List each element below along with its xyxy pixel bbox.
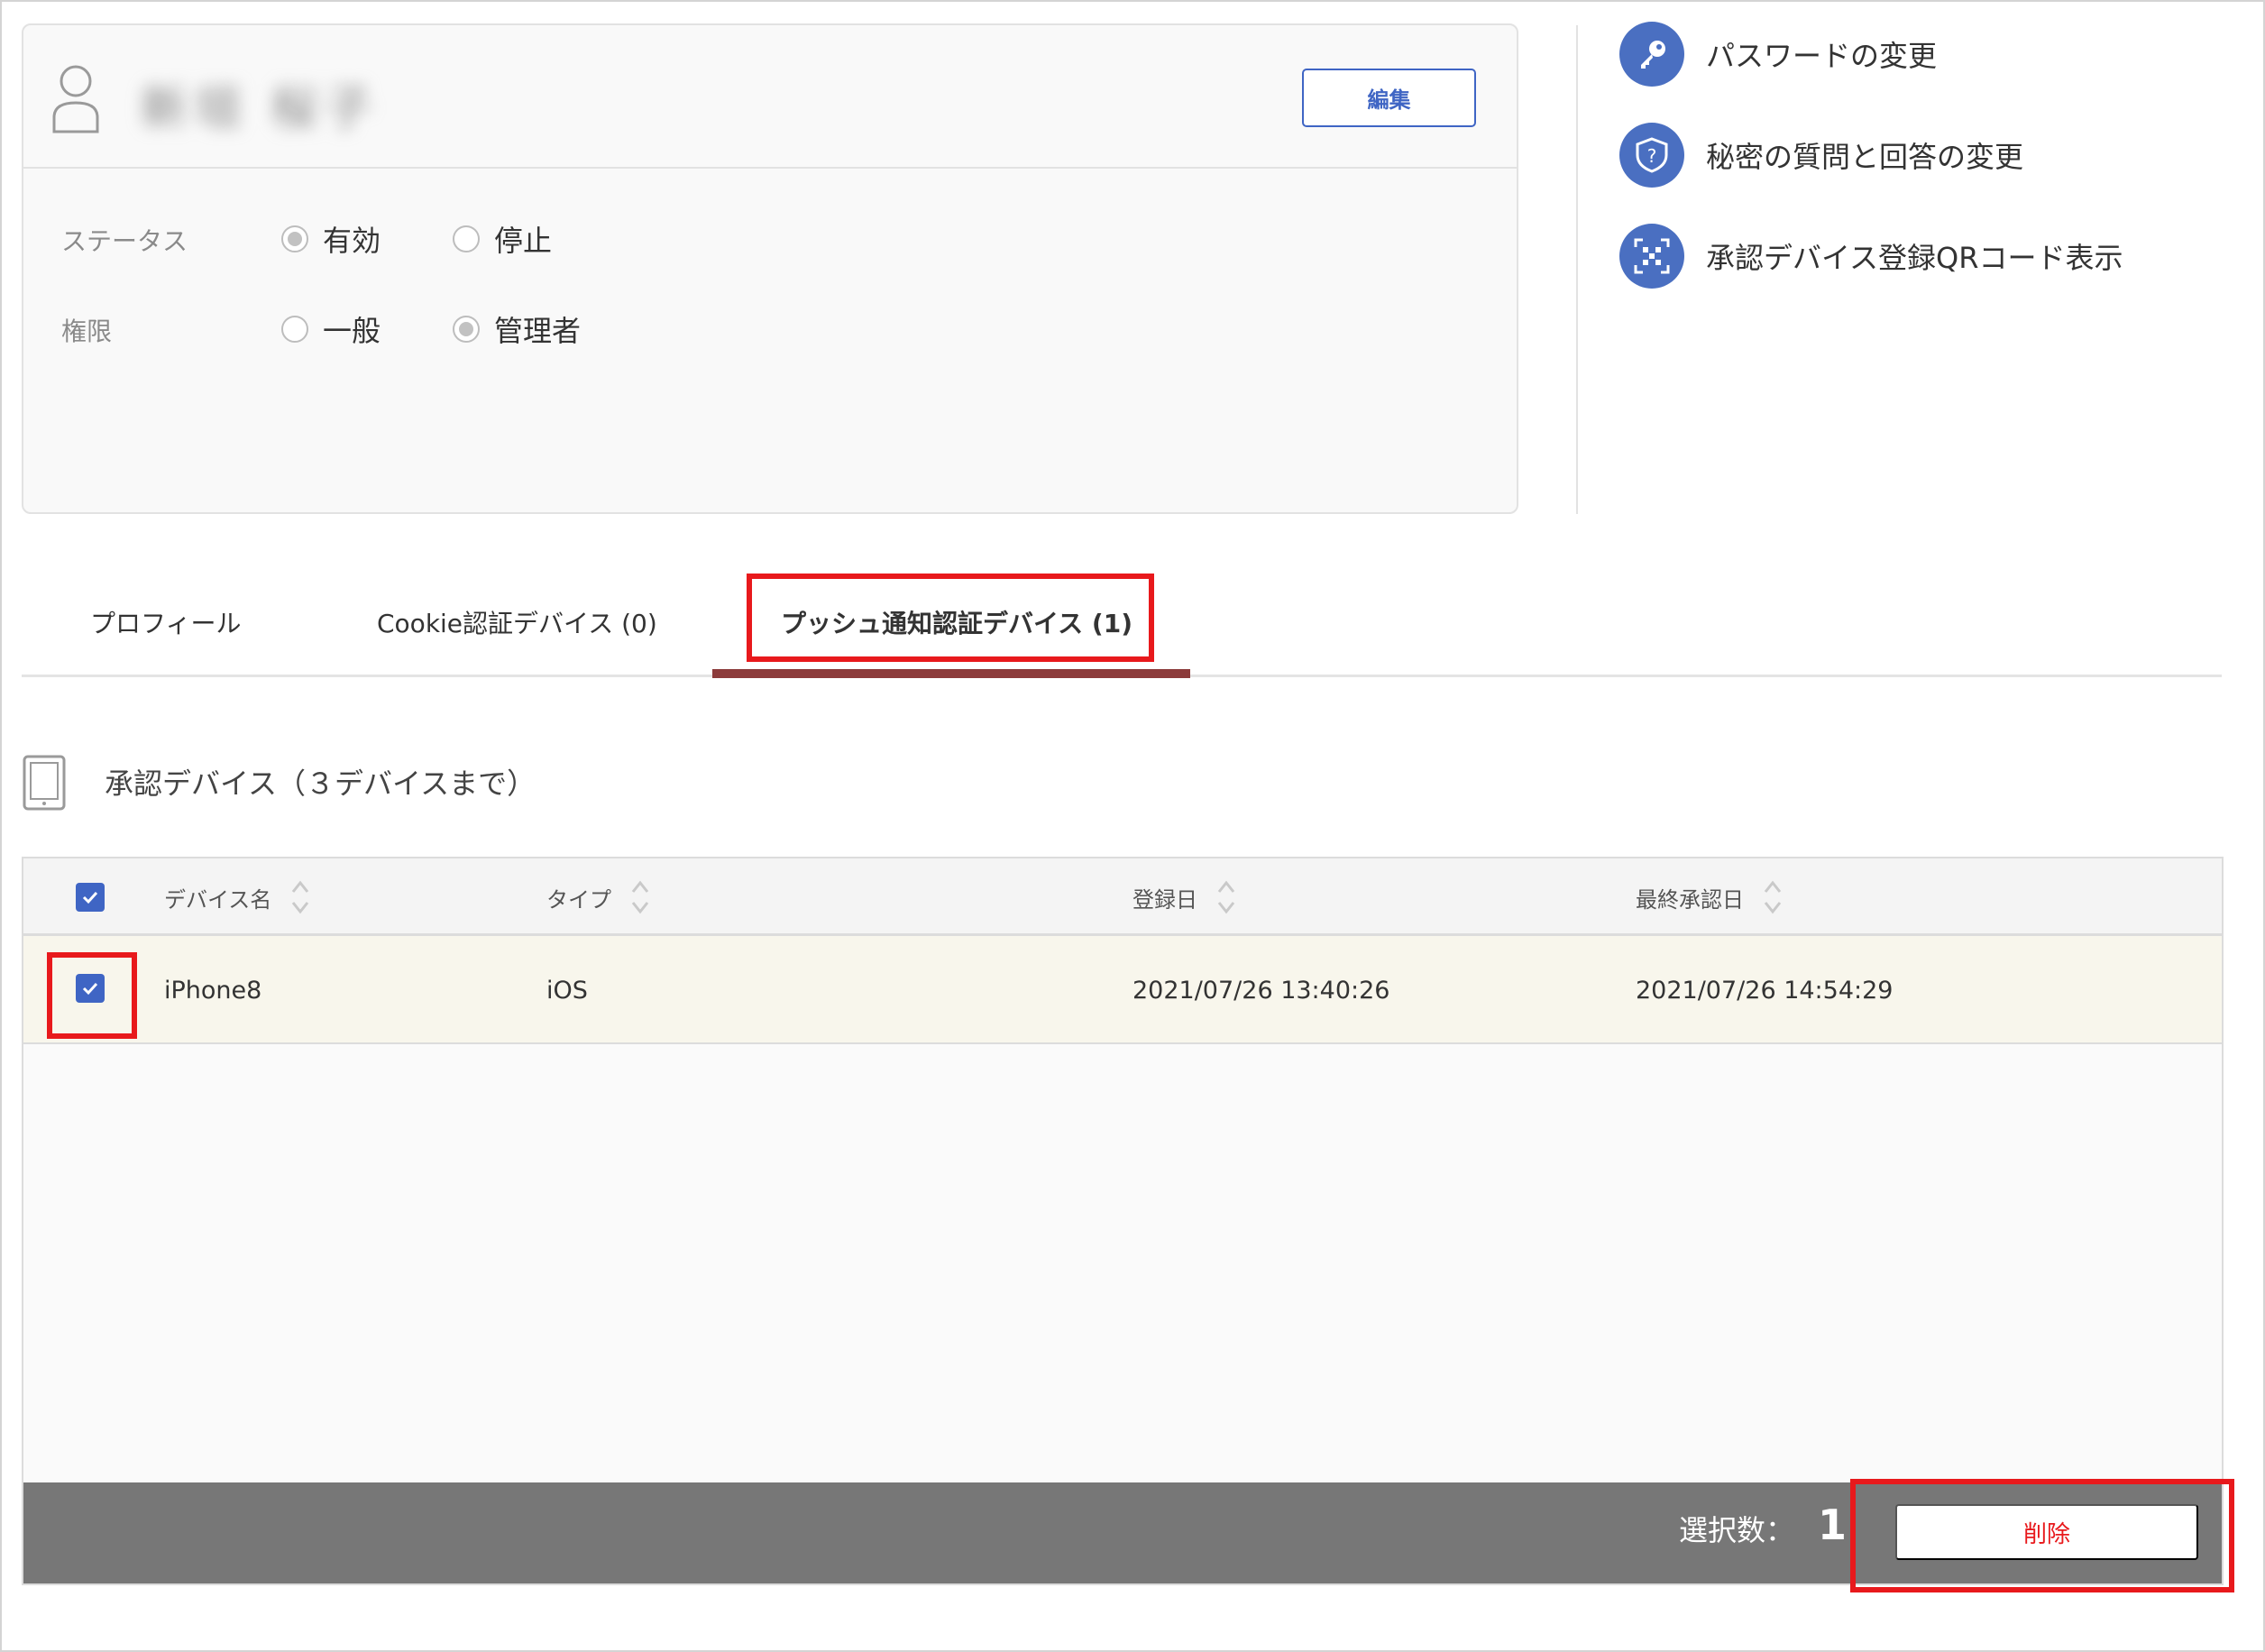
role-radio-general[interactable]: 一般 [281,308,381,350]
sort-icon [1217,880,1235,914]
change-password-label: パスワードの変更 [1706,39,1938,73]
profile-card-header: 新垣 桜子 編集 [23,25,1517,169]
profile-card: 新垣 桜子 編集 ステータス 有効 停止 権限 一般 管理者 [22,23,1518,514]
status-radio-active[interactable]: 有効 [281,218,381,260]
device-table: デバイス名 タイプ 登録日 最終承認日 iPhone8 iOS 2021/07/… [22,857,2224,1585]
cell-last-approved: 2021/07/26 14:54:29 [1636,976,1894,1005]
check-icon [82,891,98,904]
shield-question-icon: ? [1619,123,1684,188]
column-header-label: 登録日 [1132,886,1197,913]
show-qr-code-label: 承認デバイス登録QRコード表示 [1706,241,2123,275]
cell-device-name: iPhone8 [164,976,262,1005]
vertical-divider [1576,25,1578,514]
highlight-box-delete [1850,1479,2234,1592]
column-header-label: 最終承認日 [1636,886,1744,913]
table-header: デバイス名 タイプ 登録日 最終承認日 [23,858,2222,936]
section-title: 承認デバイス（３デバイスまで） [105,766,536,801]
role-label: 権限 [61,317,113,346]
sort-icon [292,880,309,914]
sort-icon [1764,880,1782,914]
highlight-box-tab [747,574,1154,662]
radio-label: 管理者 [494,314,582,348]
tab-profile[interactable]: プロフィール [90,604,241,640]
cell-registered: 2021/07/26 13:40:26 [1132,976,1390,1005]
radio-label: 一般 [323,314,381,348]
change-secret-question-link[interactable]: ? 秘密の質問と回答の変更 [1619,123,2023,188]
column-header-label: タイプ [546,886,611,913]
qr-code-icon [1619,224,1684,289]
key-icon [1619,22,1684,87]
radio-circle [281,316,308,343]
user-name: 新垣 桜子 [141,82,380,136]
radio-circle [453,316,480,343]
status-radio-suspended[interactable]: 停止 [453,218,552,260]
radio-label: 停止 [494,224,553,258]
column-header-registered[interactable]: 登録日 [1132,858,1237,936]
svg-text:?: ? [1647,145,1657,167]
active-tab-indicator [712,669,1190,678]
radio-label: 有効 [323,224,381,258]
table-row[interactable]: iPhone8 iOS 2021/07/26 13:40:26 2021/07/… [23,936,2222,1044]
change-password-link[interactable]: パスワードの変更 [1619,22,1937,87]
user-icon [52,65,99,133]
sort-icon [631,880,649,914]
role-radio-admin[interactable]: 管理者 [453,308,581,350]
cell-type: iOS [546,976,588,1005]
selected-count: 1 [1817,1501,1847,1549]
change-secret-question-label: 秘密の質問と回答の変更 [1706,140,2024,174]
selected-count-label: 選択数： [1678,1513,1794,1547]
tab-cookie-devices[interactable]: Cookie認証デバイス (0) [377,604,657,640]
show-qr-code-link[interactable]: 承認デバイス登録QRコード表示 [1619,224,2123,289]
column-header-device-name[interactable]: デバイス名 [164,858,311,936]
highlight-box-checkbox [47,952,137,1039]
edit-button[interactable]: 編集 [1302,69,1476,127]
select-all-checkbox[interactable] [76,883,105,912]
column-header-last-approved[interactable]: 最終承認日 [1636,858,1784,936]
radio-circle [281,225,308,252]
column-header-label: デバイス名 [164,886,272,913]
column-header-type[interactable]: タイプ [546,858,651,936]
tablet-icon [23,755,66,811]
status-label: ステータス [61,226,188,256]
radio-circle [453,225,480,252]
